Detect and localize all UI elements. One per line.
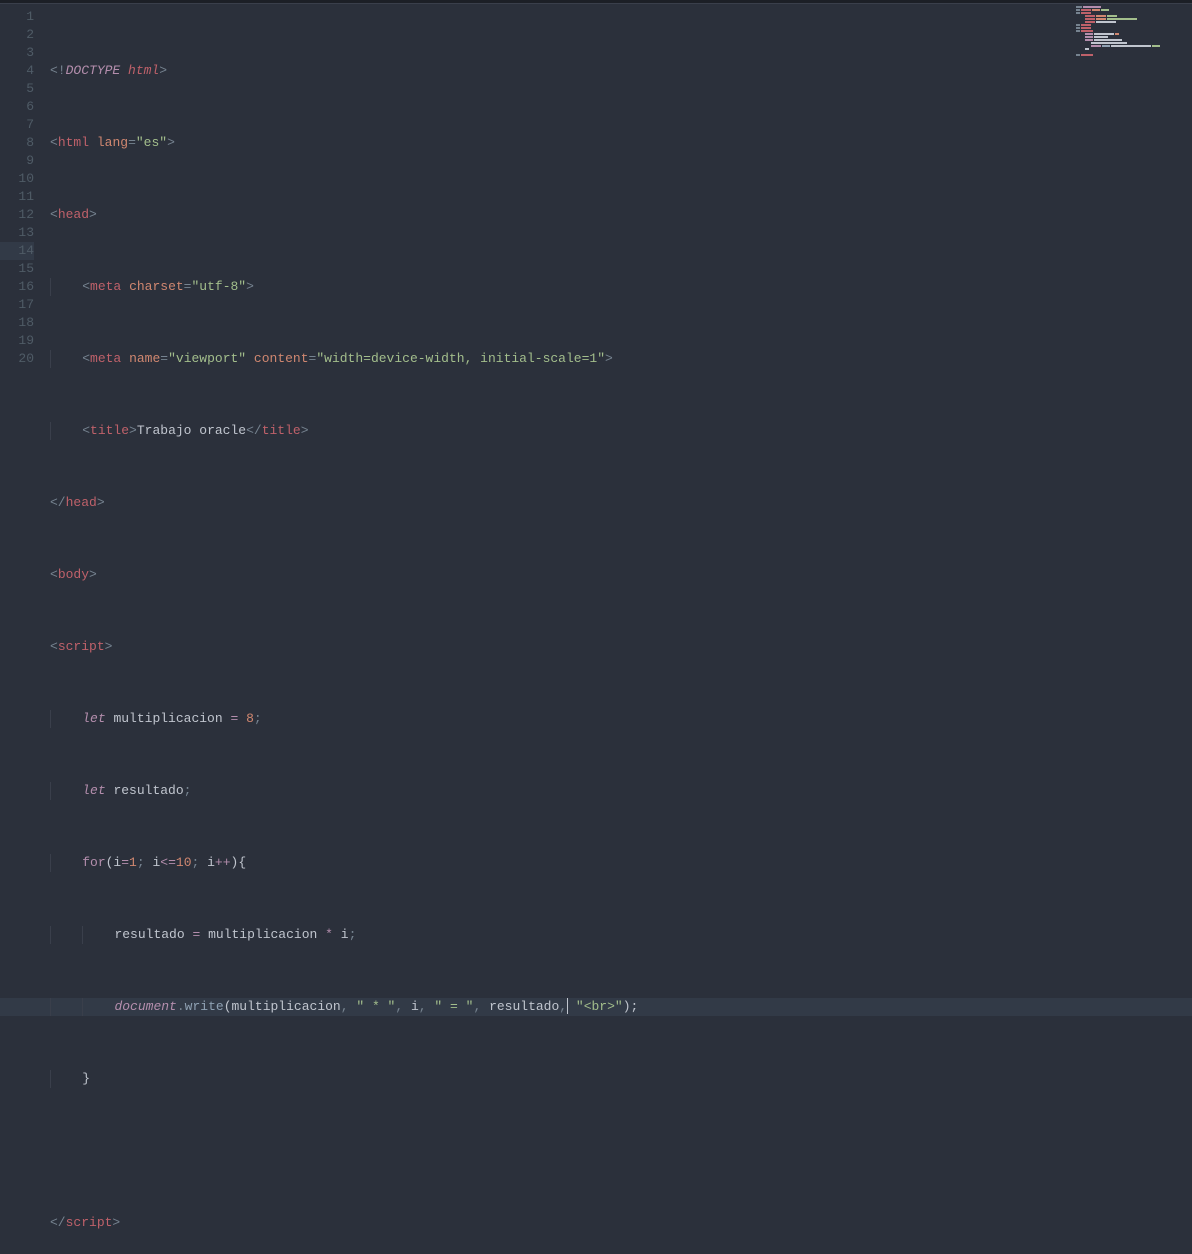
line-number: 17 bbox=[0, 296, 34, 314]
line-number: 20 bbox=[0, 350, 34, 368]
code-line[interactable]: <meta name="viewport" content="width=dev… bbox=[46, 350, 1192, 368]
line-number: 13 bbox=[0, 224, 34, 242]
line-number: 9 bbox=[0, 152, 34, 170]
line-number: 5 bbox=[0, 80, 34, 98]
editor[interactable]: 1234567891011121314151617181920 <!DOCTYP… bbox=[0, 4, 1192, 627]
line-number: 11 bbox=[0, 188, 34, 206]
line-number: 19 bbox=[0, 332, 34, 350]
code-line[interactable]: <head> bbox=[46, 206, 1192, 224]
line-number: 16 bbox=[0, 278, 34, 296]
code-line[interactable]: let resultado; bbox=[46, 782, 1192, 800]
line-number: 1 bbox=[0, 8, 34, 26]
line-number: 3 bbox=[0, 44, 34, 62]
code-line[interactable]: <body> bbox=[46, 566, 1192, 584]
code-line[interactable]: <html lang="es"> bbox=[46, 134, 1192, 152]
code-line[interactable]: </script> bbox=[46, 1214, 1192, 1232]
line-number: 15 bbox=[0, 260, 34, 278]
code-line[interactable]: <script> bbox=[46, 638, 1192, 656]
code-line[interactable]: <meta charset="utf-8"> bbox=[46, 278, 1192, 296]
line-number: 12 bbox=[0, 206, 34, 224]
code-line[interactable]: let multiplicacion = 8; bbox=[46, 710, 1192, 728]
line-number: 18 bbox=[0, 314, 34, 332]
code-line[interactable] bbox=[46, 1142, 1192, 1160]
text-cursor bbox=[567, 998, 568, 1014]
line-number: 8 bbox=[0, 134, 34, 152]
line-number: 14 bbox=[0, 242, 34, 260]
code-line[interactable]: resultado = multiplicacion * i; bbox=[46, 926, 1192, 944]
code-line[interactable]: <title>Trabajo oracle</title> bbox=[46, 422, 1192, 440]
line-number: 7 bbox=[0, 116, 34, 134]
code-line[interactable]: for(i=1; i<=10; i++){ bbox=[46, 854, 1192, 872]
line-number-gutter: 1234567891011121314151617181920 bbox=[0, 4, 46, 627]
line-number: 10 bbox=[0, 170, 34, 188]
line-number: 2 bbox=[0, 26, 34, 44]
line-number: 4 bbox=[0, 62, 34, 80]
code-line-active[interactable]: document.write(multiplicacion, " * ", i,… bbox=[46, 998, 1192, 1016]
code-line[interactable]: </head> bbox=[46, 494, 1192, 512]
code-line[interactable]: } bbox=[46, 1070, 1192, 1088]
code-line[interactable]: <!DOCTYPE html> bbox=[46, 62, 1192, 80]
code-area[interactable]: <!DOCTYPE html> <html lang="es"> <head> … bbox=[46, 4, 1192, 627]
line-number: 6 bbox=[0, 98, 34, 116]
